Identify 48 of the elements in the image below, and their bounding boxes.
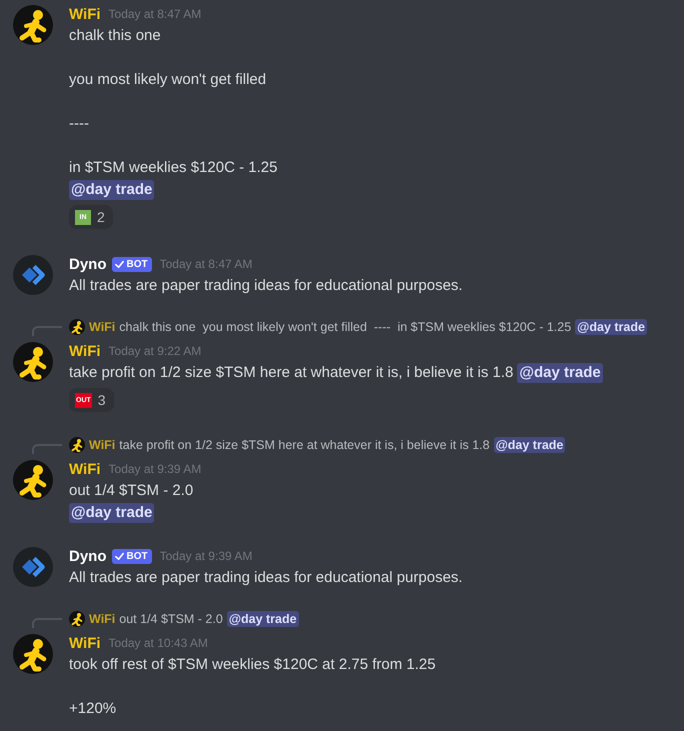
user-mention[interactable]: @day trade bbox=[226, 611, 299, 627]
running-figure-icon[interactable] bbox=[69, 319, 85, 335]
message-text: took off rest of $TSM weeklies $120C at 2.75 from 1.25 bbox=[69, 655, 437, 675]
author-name[interactable]: WiFi bbox=[69, 634, 101, 652]
running-figure-icon[interactable] bbox=[69, 437, 85, 453]
reply-preview[interactable]: out 1/4 $TSM - 2.0 @day trade bbox=[119, 611, 299, 627]
chevron-icon[interactable] bbox=[13, 547, 53, 587]
running-figure-icon[interactable] bbox=[13, 460, 53, 500]
message-text: out 1/4 $TSM - 2.0 bbox=[69, 481, 194, 501]
reply-connector bbox=[32, 326, 62, 336]
running-figure-icon[interactable] bbox=[69, 611, 85, 627]
message-text: +120% bbox=[69, 699, 118, 719]
reply-author-name[interactable]: WiFi bbox=[89, 320, 116, 334]
running-figure-icon[interactable] bbox=[13, 5, 53, 45]
author-name[interactable]: Dyno bbox=[69, 548, 106, 564]
reply-connector bbox=[32, 618, 62, 628]
reply-connector bbox=[32, 444, 62, 454]
message-text: ---- bbox=[69, 114, 90, 134]
reply-author-name[interactable]: WiFi bbox=[89, 438, 116, 452]
timestamp: Today at 8:47 AM bbox=[108, 7, 202, 21]
message-text: All trades are paper trading ideas for educational purposes. bbox=[69, 276, 464, 296]
message-text: All trades are paper trading ideas for educational purposes. bbox=[69, 568, 464, 588]
user-mention[interactable]: @day trade bbox=[494, 437, 566, 453]
message-text: in $TSM weeklies $120C - 1.25 bbox=[69, 158, 278, 178]
author-name[interactable]: Dyno bbox=[69, 256, 106, 272]
chevron-icon[interactable] bbox=[13, 255, 53, 295]
timestamp: Today at 8:47 AM bbox=[160, 257, 252, 271]
reply-preview[interactable]: chalk this one you most likely won't get filled ---- in $TSM weeklies $120C - 1.25 @day trade bbox=[119, 319, 647, 335]
user-mention[interactable]: @day trade bbox=[517, 363, 603, 383]
user-mention[interactable]: @day trade bbox=[69, 503, 154, 523]
author-name[interactable]: WiFi bbox=[69, 342, 101, 360]
running-figure-icon[interactable] bbox=[13, 342, 53, 382]
timestamp: Today at 9:39 AM bbox=[108, 462, 202, 476]
timestamp: Today at 10:43 AM bbox=[108, 636, 208, 650]
bot-label: BOT bbox=[126, 550, 148, 564]
message-text: take profit on 1/2 size $TSM here at whatever it is, i believe it is 1.8 @day trade bbox=[69, 362, 604, 384]
timestamp: Today at 9:22 AM bbox=[108, 344, 202, 358]
author-name[interactable]: WiFi bbox=[69, 460, 101, 478]
reply-preview[interactable]: take profit on 1/2 size $TSM here at whatever it is, i believe it is 1.8 @day trade bbox=[119, 437, 566, 453]
running-figure-icon[interactable] bbox=[13, 634, 53, 674]
timestamp: Today at 9:39 AM bbox=[160, 549, 252, 563]
message-text: you most likely won't get filled bbox=[69, 70, 268, 90]
message-text: chalk this one bbox=[69, 26, 162, 46]
user-mention[interactable]: @day trade bbox=[69, 180, 154, 200]
user-mention[interactable]: @day trade bbox=[575, 319, 647, 335]
bot-label: BOT bbox=[126, 258, 148, 272]
author-name[interactable]: WiFi bbox=[69, 6, 101, 22]
reply-author-name[interactable]: WiFi bbox=[89, 612, 116, 626]
